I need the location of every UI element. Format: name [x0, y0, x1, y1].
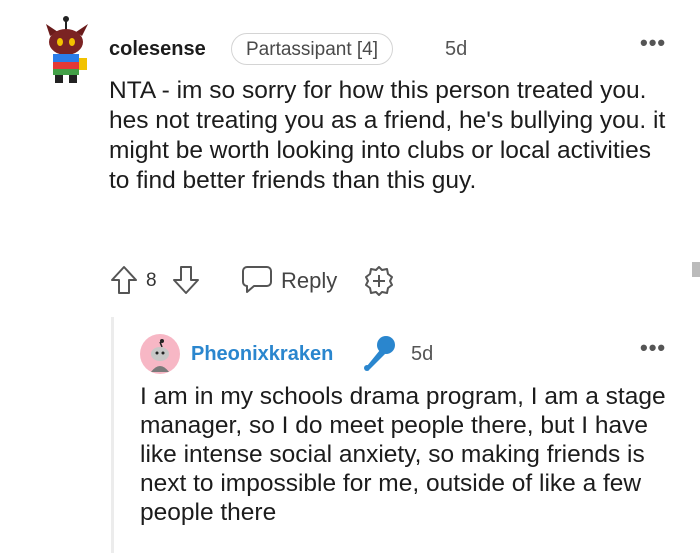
award-icon[interactable]	[362, 264, 396, 296]
comment-username[interactable]: Pheonixkraken	[191, 343, 333, 366]
vote-score: 8	[146, 270, 157, 291]
avatar[interactable]	[140, 334, 180, 374]
microphone-icon	[361, 334, 397, 372]
comment-username[interactable]: colesense	[109, 38, 206, 61]
downvote-icon[interactable]	[172, 264, 200, 296]
thread-line[interactable]	[111, 317, 114, 553]
upvote-icon[interactable]	[110, 264, 138, 296]
more-options-icon[interactable]: •••	[640, 30, 666, 56]
reply-icon[interactable]	[240, 264, 274, 294]
comment-body: NTA - im so sorry for how this person tr…	[109, 77, 666, 194]
scrollbar[interactable]	[692, 262, 700, 277]
comment-body: I am in my schools drama program, I am a…	[140, 383, 666, 526]
comment-timestamp[interactable]: 5d	[411, 343, 433, 366]
comment-timestamp[interactable]: 5d	[445, 38, 467, 61]
more-options-icon[interactable]: •••	[640, 335, 666, 361]
avatar[interactable]	[36, 14, 98, 84]
user-flair: Partassipant [4]	[231, 33, 394, 65]
reply-button[interactable]: Reply	[281, 268, 337, 294]
